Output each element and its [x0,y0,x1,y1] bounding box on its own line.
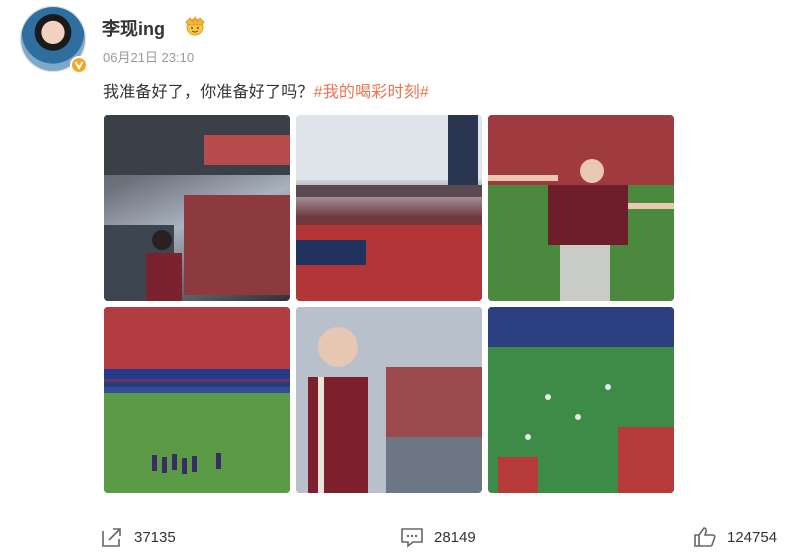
window-portrait-photo[interactable] [296,307,482,493]
stadium-seats-illustration [104,115,290,301]
arms-outstretched-illustration [488,115,674,301]
thumbs-up-icon [694,527,716,547]
share-button[interactable]: 37135 [100,522,176,552]
arms-outstretched-photo[interactable] [488,115,674,301]
hashtag-link[interactable]: #我的喝彩时刻# [314,84,429,101]
share-count: 37135 [134,528,176,546]
comment-icon [401,528,423,548]
post-text: 我准备好了，你准备好了吗？#我的喝彩时刻# [103,78,429,102]
like-count: 124754 [727,528,778,546]
green-crowd-illustration [488,307,674,493]
username[interactable]: 李现ing [102,15,165,41]
comment-button[interactable]: 28149 [400,522,476,552]
stadium-roof-photo[interactable] [296,115,482,301]
green-crowd-photo[interactable] [488,307,674,493]
like-button[interactable]: 124754 [693,522,777,552]
photo-grid [104,115,674,493]
action-bar: 37135 28149 124754 [0,522,803,552]
window-portrait-illustration [296,307,482,493]
stadium-roof-illustration [296,115,482,301]
share-icon [102,528,121,547]
comment-count: 28149 [434,528,476,546]
verified-badge-icon [70,56,88,74]
pitch-players-photo[interactable] [104,307,290,493]
crown-icon [185,15,205,36]
post-timestamp[interactable]: 06月21日 23:10 [103,47,194,66]
post-text-main: 我准备好了，你准备好了吗？ [103,84,314,101]
stadium-seats-photo[interactable] [104,115,290,301]
pitch-players-illustration [104,307,290,493]
